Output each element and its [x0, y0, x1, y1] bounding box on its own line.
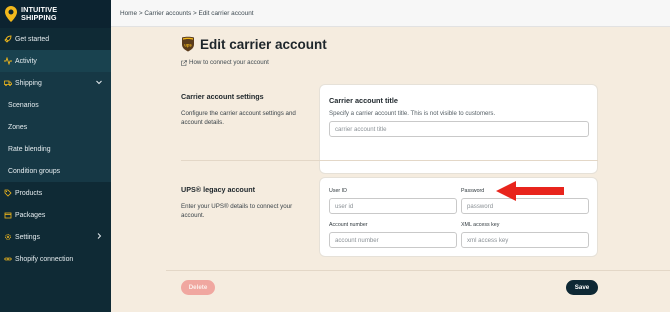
- user-id-field[interactable]: user id: [329, 198, 457, 214]
- footer-divider: [166, 270, 670, 271]
- top-bar: Home > Carrier accounts > Edit carrier a…: [111, 0, 670, 27]
- sidebar-item-zones[interactable]: Zones: [0, 116, 111, 138]
- section-divider: [181, 160, 598, 161]
- sidebar: INTUITIVE SHIPPING Get started Activity …: [0, 0, 111, 312]
- truck-icon: [4, 79, 12, 87]
- password-label: Password: [461, 188, 485, 194]
- svg-text:ups: ups: [184, 43, 192, 48]
- sidebar-item-get-started[interactable]: Get started: [0, 28, 111, 50]
- rocket-icon: [4, 35, 12, 43]
- settings-section-description: Configure the carrier account settings a…: [181, 110, 296, 126]
- gear-icon: [4, 233, 12, 241]
- sidebar-item-scenarios[interactable]: Scenarios: [0, 94, 111, 116]
- account-number-label: Account number: [329, 222, 368, 228]
- ups-section-title: UPS® legacy account: [181, 185, 256, 194]
- sidebar-item-condition-groups[interactable]: Condition groups: [0, 160, 111, 182]
- external-link-icon: [181, 59, 187, 66]
- user-id-label: User ID: [329, 188, 347, 194]
- chevron-down-icon[interactable]: [95, 78, 103, 86]
- chevron-right-icon[interactable]: [95, 232, 103, 240]
- annotation-arrow-icon: [496, 180, 564, 202]
- delete-button[interactable]: Delete: [181, 280, 215, 295]
- breadcrumb[interactable]: Home > Carrier accounts > Edit carrier a…: [120, 10, 254, 17]
- link-icon: [4, 255, 12, 263]
- card-description: Specify a carrier account title. This is…: [329, 110, 496, 117]
- save-button[interactable]: Save: [566, 280, 598, 295]
- brand-name: INTUITIVE SHIPPING: [21, 5, 58, 22]
- sidebar-item-shopify-connection[interactable]: Shopify connection: [0, 248, 111, 270]
- brand-logo[interactable]: INTUITIVE SHIPPING: [0, 0, 111, 28]
- main-content: ups Edit carrier account How to connect …: [111, 27, 670, 312]
- page-header: ups Edit carrier account: [181, 36, 327, 52]
- sidebar-item-activity[interactable]: Activity: [0, 50, 111, 72]
- sidebar-item-shipping[interactable]: Shipping: [0, 72, 111, 94]
- sidebar-nav: Get started Activity Shipping Scenarios …: [0, 28, 111, 270]
- sidebar-item-products[interactable]: Products: [0, 182, 111, 204]
- sidebar-item-settings[interactable]: Settings: [0, 226, 111, 248]
- ups-section-description: Enter your UPS® details to connect your …: [181, 203, 293, 219]
- xml-access-key-label: XML access key: [461, 222, 500, 228]
- sidebar-item-rate-blending[interactable]: Rate blending: [0, 138, 111, 160]
- page-title: Edit carrier account: [200, 36, 327, 52]
- ups-logo-icon: ups: [181, 36, 195, 52]
- card-title: Carrier account title: [329, 96, 398, 105]
- account-number-field[interactable]: account number: [329, 232, 457, 248]
- help-link[interactable]: How to connect your account: [181, 59, 269, 66]
- sidebar-item-packages[interactable]: Packages: [0, 204, 111, 226]
- location-pin-icon: [5, 6, 17, 22]
- carrier-title-input[interactable]: carrier account title: [329, 121, 589, 137]
- box-icon: [4, 211, 12, 219]
- tag-icon: [4, 189, 12, 197]
- activity-icon: [4, 57, 12, 65]
- settings-section-title: Carrier account settings: [181, 92, 264, 101]
- xml-access-key-field[interactable]: xml access key: [461, 232, 589, 248]
